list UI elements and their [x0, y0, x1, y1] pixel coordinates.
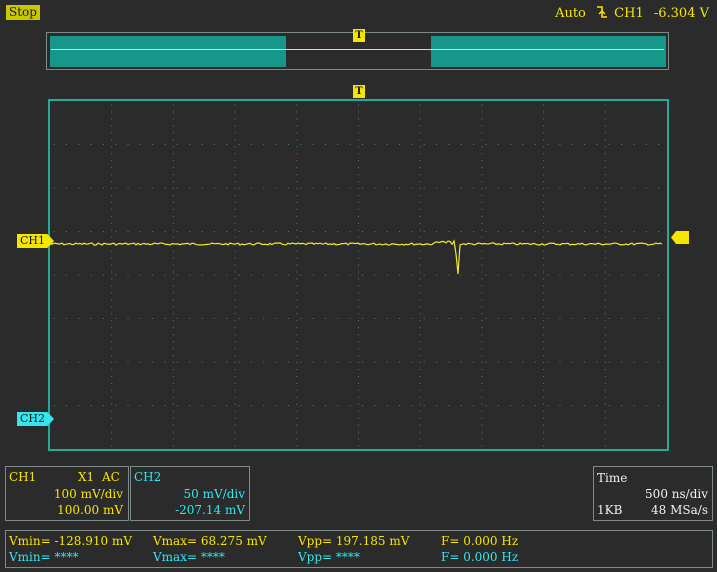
ch2-offset: -207.14 mV — [175, 503, 245, 517]
ch2-level-marker[interactable]: CH2 — [17, 412, 55, 426]
trigger-mode[interactable]: Auto — [555, 6, 586, 21]
time-panel-title: Time — [597, 471, 628, 485]
memory-depth: 1KB — [597, 503, 623, 517]
overview-trace — [51, 49, 664, 50]
trigger-info: Auto CH1 -6.304 V — [549, 5, 709, 21]
ch1-frequency: F= 0.000 Hz — [441, 534, 519, 548]
run-stop-status[interactable]: Stop — [6, 5, 40, 20]
trigger-level: -6.304 V — [653, 6, 709, 21]
overview-offscreen-right — [431, 36, 666, 67]
trigger-level-marker[interactable] — [671, 231, 689, 244]
ch2-frequency: F= 0.000 Hz — [441, 550, 519, 564]
ch2-vmax: Vmax= **** — [153, 550, 225, 564]
time-settings-panel[interactable]: Time 500 ns/div 1KB 48 MSa/s — [593, 466, 713, 521]
overview-offscreen-left — [50, 36, 286, 67]
ch1-coupling: AC — [102, 470, 120, 484]
trigger-edge-icon — [596, 6, 612, 21]
waveform-grid — [50, 104, 663, 447]
ch1-offset: 100.00 mV — [57, 503, 123, 517]
waveform-display[interactable] — [48, 99, 669, 451]
ch1-probe: X1 — [78, 470, 95, 484]
ch2-scale: 50 mV/div — [183, 487, 245, 501]
ch2-panel-title: CH2 — [134, 470, 162, 484]
ch1-vpp: Vpp= 197.185 mV — [298, 534, 410, 548]
timebase: 500 ns/div — [645, 487, 708, 501]
trigger-source: CH1 — [614, 6, 644, 21]
measurement-panel[interactable]: Vmin= -128.910 mV Vmax= 68.275 mV Vpp= 1… — [5, 530, 713, 568]
ch1-level-marker[interactable]: CH1 — [17, 234, 55, 248]
graticule — [53, 104, 660, 447]
ch2-vpp: Vpp= **** — [298, 550, 360, 564]
ch1-settings-panel[interactable]: CH1 X1 AC 100 mV/div 100.00 mV — [5, 466, 129, 521]
ch1-vmin: Vmin= -128.910 mV — [9, 534, 133, 548]
trigger-position-marker[interactable]: T — [353, 85, 365, 98]
ch2-vmin: Vmin= **** — [9, 550, 79, 564]
overview-trigger-marker[interactable]: T — [353, 29, 365, 42]
ch1-waveform — [50, 239, 663, 275]
ch1-vmax: Vmax= 68.275 mV — [153, 534, 267, 548]
ch2-settings-panel[interactable]: CH2 50 mV/div -207.14 mV — [130, 466, 250, 521]
ch1-panel-title: CH1 — [9, 470, 37, 484]
sample-rate: 48 MSa/s — [651, 503, 708, 517]
ch1-scale: 100 mV/div — [53, 487, 123, 501]
